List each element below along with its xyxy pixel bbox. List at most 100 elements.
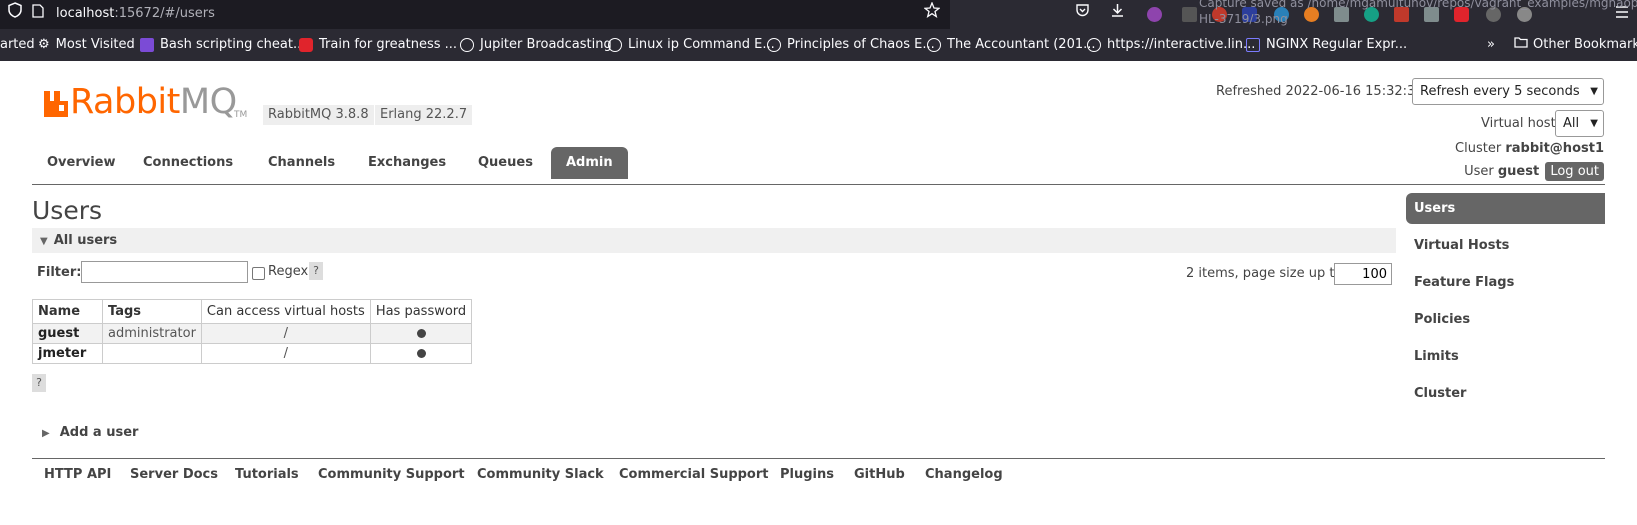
bookmark-item[interactable]: https://interactive.lin...	[1087, 29, 1255, 61]
user-tags	[102, 343, 202, 364]
url-text[interactable]: localhost:15672/#/users	[56, 0, 215, 27]
footer-link-tutorials[interactable]: Tutorials	[235, 467, 299, 482]
tab-channels[interactable]: Channels	[253, 147, 350, 179]
bookmark-item[interactable]: Principles of Chaos E...	[767, 29, 935, 61]
rabbitmq-version-badge: RabbitMQ 3.8.8	[263, 105, 374, 125]
page-size-input[interactable]	[1334, 263, 1392, 285]
current-user: guest	[1497, 164, 1540, 179]
sidebar-item-cluster[interactable]: Cluster	[1406, 378, 1605, 409]
bookmark-item[interactable]: Bash scripting cheat...	[140, 29, 305, 61]
refresh-interval-select[interactable]: Refresh every 5 seconds ▼	[1412, 78, 1604, 105]
bookmarks-overflow-icon[interactable]: »	[1487, 29, 1495, 61]
sidebar-item-virtual-hosts[interactable]: Virtual Hosts	[1406, 230, 1605, 261]
tab-overview[interactable]: Overview	[32, 147, 131, 179]
bookmark-most-visited[interactable]: ⚙ Most Visited	[38, 29, 135, 61]
tab-queues[interactable]: Queues	[463, 147, 548, 179]
footer-link-http-api[interactable]: HTTP API	[44, 467, 111, 482]
bookmarks-bar: arted ⚙ Most Visited Bash scripting cheat…	[0, 29, 1637, 61]
column-header-tags[interactable]: Tags	[102, 299, 202, 324]
bookmark-item[interactable]: Linux ip Command E...	[608, 29, 775, 61]
user-vhosts: /	[200, 343, 371, 364]
footer-link-commercial-support[interactable]: Commercial Support	[619, 467, 769, 482]
user-tags: administrator	[102, 323, 202, 344]
bookmark-other[interactable]: Other Bookmarks	[1514, 29, 1637, 61]
folder-icon	[1514, 29, 1528, 61]
sidebar-item-feature-flags[interactable]: Feature Flags	[1406, 267, 1605, 298]
user-info: User guest Log out	[1464, 162, 1604, 181]
footer-link-plugins[interactable]: Plugins	[780, 467, 834, 482]
table-help-button[interactable]: ?	[32, 374, 46, 392]
logout-button[interactable]: Log out	[1545, 162, 1604, 181]
add-user-section-toggle[interactable]: ▶ Add a user	[42, 425, 138, 440]
users-table: Name Tags Can access virtual hosts Has p…	[32, 299, 473, 364]
filter-help-button[interactable]: ?	[309, 262, 323, 280]
cluster-name: rabbit@host1	[1505, 141, 1604, 156]
globe-icon	[767, 38, 781, 52]
has-password-cell	[369, 323, 473, 344]
bookmark-item[interactable]: NGINX Regular Expr...	[1246, 29, 1407, 61]
tab-divider	[32, 184, 1605, 185]
pagination-text: 2 items, page size up to	[1186, 266, 1343, 281]
globe-icon	[927, 38, 941, 52]
column-header-name[interactable]: Name	[32, 299, 103, 324]
footer-link-github[interactable]: GitHub	[854, 467, 905, 482]
sidebar-item-limits[interactable]: Limits	[1406, 341, 1605, 372]
gear-icon: ⚙	[38, 37, 50, 52]
virtual-host-select[interactable]: All ▼	[1555, 110, 1604, 137]
regex-label: Regex	[268, 264, 309, 279]
globe-icon	[1087, 38, 1101, 52]
downloads-icon[interactable]	[1110, 0, 1125, 29]
footer-divider	[32, 458, 1605, 459]
logo-trademark: TM	[234, 110, 248, 120]
has-password-dot-icon	[416, 349, 426, 358]
sidebar-item-users[interactable]: Users	[1406, 193, 1605, 224]
section-toggle[interactable]: ▼ All users	[40, 228, 117, 254]
has-password-dot-icon	[416, 329, 426, 338]
bookmark-item[interactable]: Jupiter Broadcasting	[460, 29, 612, 61]
has-password-cell	[369, 343, 473, 364]
triangle-right-icon: ▶	[42, 428, 50, 439]
pocket-icon[interactable]	[1075, 0, 1090, 29]
user-name-link[interactable]: jmeter	[32, 343, 103, 364]
footer-link-community-slack[interactable]: Community Slack	[477, 467, 604, 482]
page-title: Users	[32, 196, 103, 225]
filter-label: Filter:	[37, 265, 82, 280]
capture-notification: Capture saved as /home/mgamultunov/repos…	[1199, 0, 1637, 26]
youtube-icon	[299, 38, 313, 52]
bookmark-favicon-icon	[140, 38, 154, 52]
site-info-icon[interactable]	[8, 0, 22, 29]
chevron-down-icon: ▼	[1590, 86, 1598, 97]
tab-connections[interactable]: Connections	[128, 147, 248, 179]
star-bookmark-icon[interactable]	[923, 0, 941, 29]
table-row[interactable]: jmeter /	[32, 343, 473, 364]
column-header-has-password: Has password	[369, 299, 473, 324]
globe-icon	[460, 38, 474, 52]
bookmark-item[interactable]: Train for greatness ...	[299, 29, 457, 61]
url-bar[interactable]: localhost:15672/#/users	[0, 0, 950, 29]
virtual-host-label: Virtual host	[1481, 116, 1556, 131]
footer-link-server-docs[interactable]: Server Docs	[130, 467, 218, 482]
user-name-link[interactable]: guest	[32, 323, 103, 344]
tab-admin[interactable]: Admin	[551, 147, 628, 179]
all-users-section-header[interactable]: ▼ All users	[32, 228, 1396, 253]
footer-link-changelog[interactable]: Changelog	[925, 467, 1003, 482]
sidebar-item-policies[interactable]: Policies	[1406, 304, 1605, 335]
filter-input[interactable]	[81, 261, 248, 283]
column-header-vhosts: Can access virtual hosts	[200, 299, 371, 324]
regex-checkbox[interactable]	[252, 267, 265, 280]
bookmark-item[interactable]: arted	[0, 29, 35, 61]
user-vhosts: /	[200, 323, 371, 344]
table-row[interactable]: guest administrator /	[32, 323, 473, 344]
bookmark-item[interactable]: The Accountant (201...	[927, 29, 1096, 61]
cluster-info: Cluster rabbit@host1	[1455, 141, 1604, 156]
notion-icon[interactable]	[1182, 7, 1197, 22]
browser-toolbar: localhost:15672/#/users Capture saved as…	[0, 0, 1637, 29]
rabbitmq-logo-icon	[44, 91, 68, 117]
page-icon	[32, 0, 44, 29]
extension-m-icon[interactable]	[1147, 7, 1162, 22]
tab-exchanges[interactable]: Exchanges	[353, 147, 461, 179]
footer-link-community-support[interactable]: Community Support	[318, 467, 465, 482]
chevron-down-icon: ▼	[1590, 118, 1598, 129]
triangle-down-icon: ▼	[40, 236, 48, 247]
globe-icon	[608, 38, 622, 52]
